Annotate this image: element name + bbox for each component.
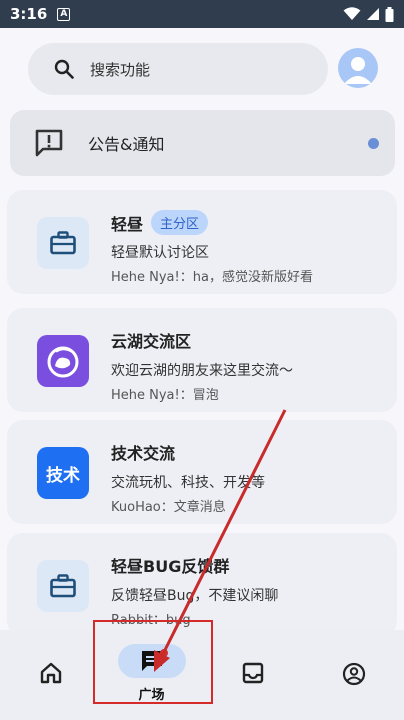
signal-icon [367, 8, 379, 20]
briefcase-icon [37, 217, 89, 269]
inbox-icon [242, 662, 263, 684]
status-bar: 3:16 A [0, 0, 404, 28]
nav-profile[interactable] [303, 630, 404, 720]
search-icon [54, 59, 74, 79]
card-last-message: Rabbit：bug [111, 613, 191, 628]
notice-label: 公告&通知 [88, 135, 165, 154]
card-title: 技术交流 [111, 444, 176, 463]
card-last-message: KuoHao：文章消息 [111, 500, 226, 515]
chat-unread-dot [159, 649, 168, 657]
search-bar[interactable]: 搜索功能 [28, 43, 328, 95]
user-avatar[interactable] [338, 48, 378, 88]
tech-logo-icon: 技术 [37, 447, 89, 499]
account-icon [342, 662, 365, 686]
card-description: 交流玩机、科技、开发等 [111, 475, 265, 491]
card-title: 云湖交流区 [111, 332, 192, 351]
nav-active-pill [117, 644, 186, 678]
channel-card-bug-feedback[interactable]: 轻昼BUG反馈群 反馈轻昼Bug，不建议闲聊 Rabbit：bug [7, 533, 397, 637]
battery-icon [385, 6, 394, 22]
card-title: 轻昼 [111, 214, 144, 234]
card-description: 欢迎云湖的朋友来这里交流～ [111, 363, 293, 379]
unread-dot [368, 138, 379, 149]
home-icon [40, 662, 61, 684]
tech-logo-text: 技术 [46, 465, 80, 486]
nav-inbox[interactable] [202, 630, 303, 720]
notification-a-icon: A [57, 7, 71, 21]
bottom-nav: 广场 [0, 630, 404, 720]
nav-home[interactable] [0, 630, 101, 720]
main-section-badge: 主分区 [151, 210, 209, 235]
card-last-message: Hehe Nya!：ha，感觉没新版好看 [111, 270, 313, 285]
card-description: 轻昼默认讨论区 [111, 245, 209, 261]
nav-square[interactable]: 广场 [101, 630, 202, 720]
nav-label-square: 广场 [138, 688, 165, 703]
avatar-person-icon [344, 57, 372, 84]
channel-card-qingzhou[interactable]: 轻昼 主分区 轻昼默认讨论区 Hehe Nya!：ha，感觉没新版好看 [7, 190, 397, 294]
wifi-icon [343, 7, 361, 20]
search-label: 搜索功能 [90, 60, 151, 79]
announcement-icon [35, 129, 63, 157]
status-time: 3:16 [10, 5, 48, 23]
channel-card-yunhu[interactable]: 云湖交流区 欢迎云湖的朋友来这里交流～ Hehe Nya!：冒泡 [7, 308, 397, 412]
card-last-message: Hehe Nya!：冒泡 [111, 388, 219, 403]
briefcase-icon [37, 560, 89, 612]
notice-row[interactable]: 公告&通知 [10, 110, 395, 176]
yunhu-logo-icon [37, 335, 89, 387]
card-description: 反馈轻昼Bug，不建议闲聊 [111, 588, 279, 604]
card-title: 轻昼BUG反馈群 [111, 557, 230, 576]
channel-card-tech[interactable]: 技术 技术交流 交流玩机、科技、开发等 KuoHao：文章消息 [7, 420, 397, 524]
